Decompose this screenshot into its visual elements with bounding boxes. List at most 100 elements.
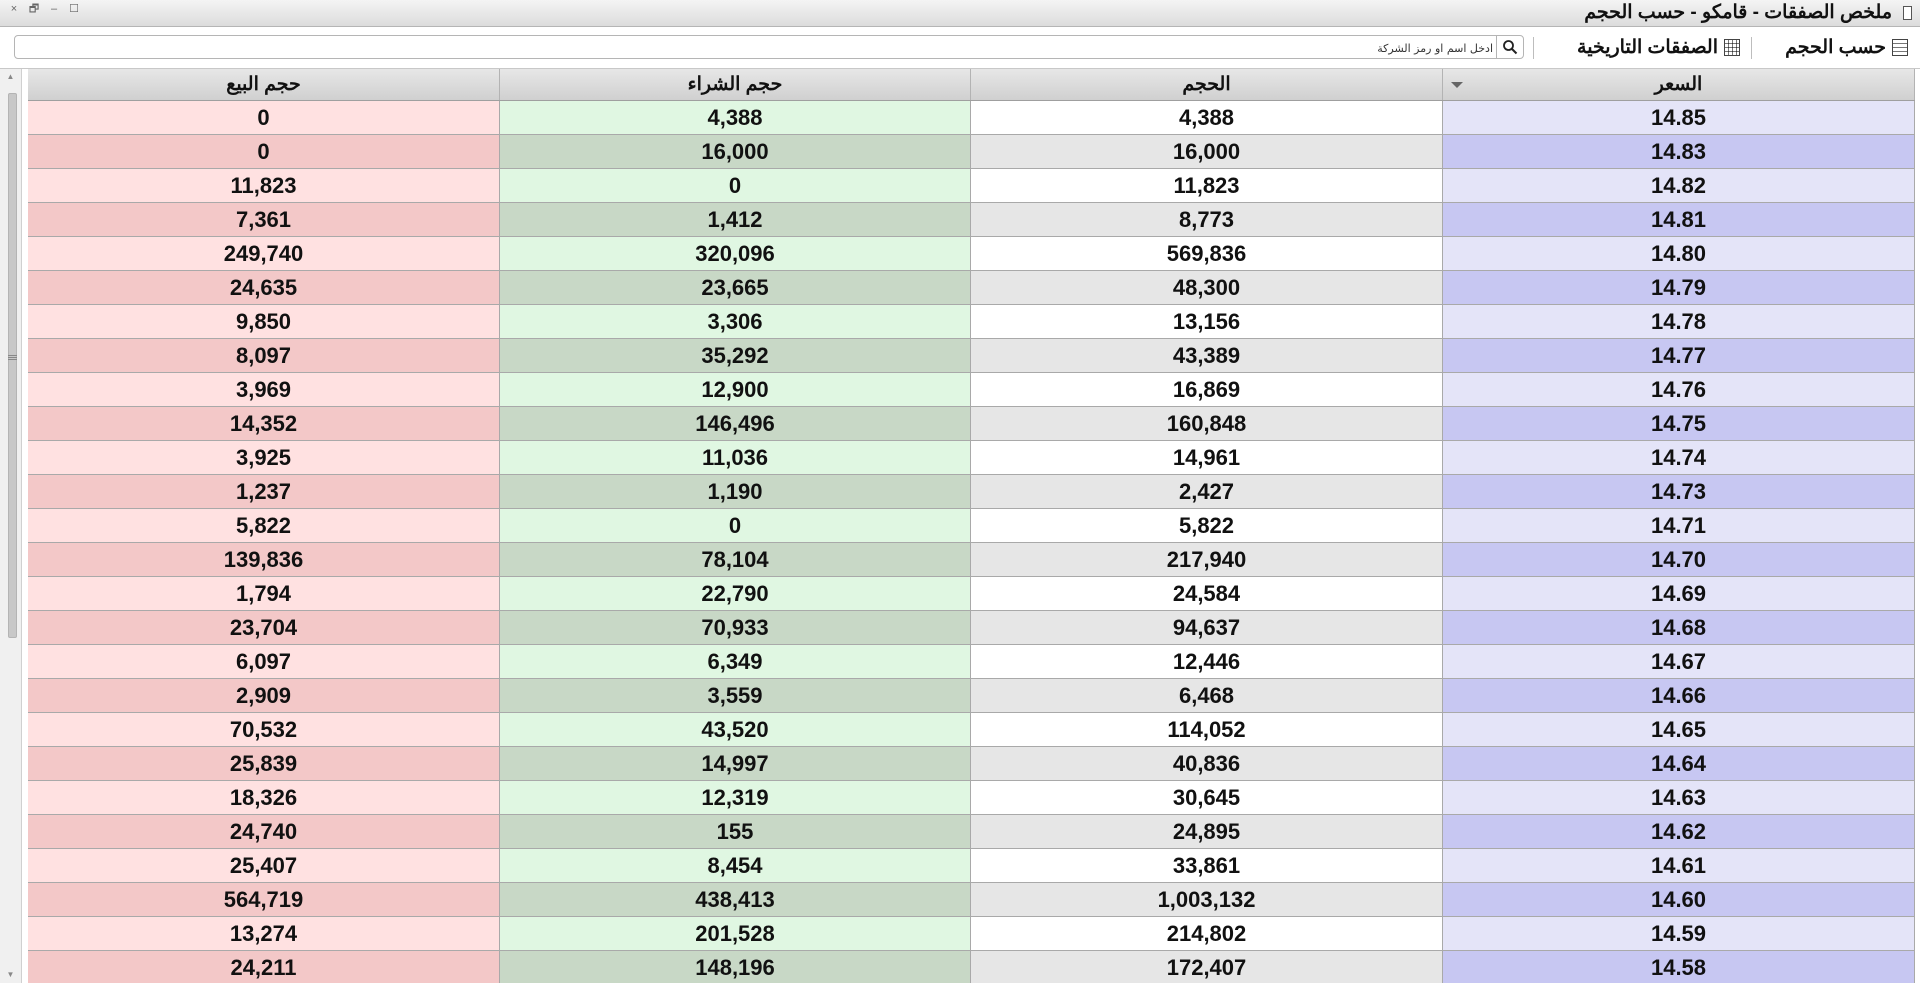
cell-price: 14.78 [1443, 305, 1915, 339]
cell-price: 14.83 [1443, 135, 1915, 169]
header-volume[interactable]: الحجم [971, 69, 1443, 100]
grip-icon [8, 355, 17, 361]
cell-sell-volume: 24,740 [28, 815, 500, 849]
cell-volume: 94,637 [971, 611, 1443, 645]
table-row[interactable]: 5,822 0 5,822 14.71 [28, 509, 1915, 543]
cell-buy-volume: 78,104 [500, 543, 971, 577]
cell-price: 14.63 [1443, 781, 1915, 815]
table-row[interactable]: 3,969 12,900 16,869 14.76 [28, 373, 1915, 407]
header-sell-volume[interactable]: حجم البيع [28, 69, 500, 100]
cell-sell-volume: 564,719 [28, 883, 500, 917]
table-row[interactable]: 14,352 146,496 160,848 14.75 [28, 407, 1915, 441]
search-input[interactable] [91, 36, 1495, 60]
cell-volume: 4,388 [971, 101, 1443, 135]
scroll-down-icon[interactable]: ▼ [0, 967, 21, 983]
cell-sell-volume: 25,839 [28, 747, 500, 781]
table-row[interactable]: 7,361 1,412 8,773 14.81 [28, 203, 1915, 237]
cell-volume: 569,836 [971, 237, 1443, 271]
cell-sell-volume: 1,237 [28, 475, 500, 509]
table-row[interactable]: 25,839 14,997 40,836 14.64 [28, 747, 1915, 781]
table-row[interactable]: 23,704 70,933 94,637 14.68 [28, 611, 1915, 645]
cell-buy-volume: 438,413 [500, 883, 971, 917]
table-row[interactable]: 249,740 320,096 569,836 14.80 [28, 237, 1915, 271]
table-body: 0 4,388 4,388 14.85 0 16,000 16,000 14.83 11,823… [28, 101, 1915, 983]
search-button[interactable] [1496, 36, 1523, 58]
toolbar-divider [1533, 37, 1534, 59]
table-row[interactable]: 1,794 22,790 24,584 14.69 [28, 577, 1915, 611]
cell-price: 14.68 [1443, 611, 1915, 645]
cell-price: 14.62 [1443, 815, 1915, 849]
cell-price: 14.82 [1443, 169, 1915, 203]
cell-buy-volume: 70,933 [500, 611, 971, 645]
table-row[interactable]: 8,097 35,292 43,389 14.77 [28, 339, 1915, 373]
table-row[interactable]: 24,211 148,196 172,407 14.58 [28, 951, 1915, 983]
cell-volume: 2,427 [971, 475, 1443, 509]
table-row[interactable]: 0 4,388 4,388 14.85 [28, 101, 1915, 135]
table-row[interactable]: 13,274 201,528 214,802 14.59 [28, 917, 1915, 951]
cell-volume: 214,802 [971, 917, 1443, 951]
cell-price: 14.80 [1443, 237, 1915, 271]
table-row[interactable]: 11,823 0 11,823 14.82 [28, 169, 1915, 203]
table-row[interactable]: 70,532 43,520 114,052 14.65 [28, 713, 1915, 747]
cell-volume: 24,584 [971, 577, 1443, 611]
table-row[interactable]: 25,407 8,454 33,861 14.61 [28, 849, 1915, 883]
cell-sell-volume: 11,823 [28, 169, 500, 203]
cell-volume: 16,869 [971, 373, 1443, 407]
table-row[interactable]: 1,237 1,190 2,427 14.73 [28, 475, 1915, 509]
table-row[interactable]: 9,850 3,306 13,156 14.78 [28, 305, 1915, 339]
minimize-icon[interactable]: – [46, 2, 62, 16]
table-row[interactable]: 6,097 6,349 12,446 14.67 [28, 645, 1915, 679]
maximize-icon[interactable]: ☐ [66, 2, 82, 16]
table-row[interactable]: 24,740 155 24,895 14.62 [28, 815, 1915, 849]
scrollbar-thumb[interactable] [8, 93, 17, 638]
cell-buy-volume: 11,036 [500, 441, 971, 475]
table-row[interactable]: 18,326 12,319 30,645 14.63 [28, 781, 1915, 815]
cell-price: 14.77 [1443, 339, 1915, 373]
by-volume-label: حسب الحجم [1785, 36, 1886, 58]
cell-sell-volume: 23,704 [28, 611, 500, 645]
cell-buy-volume: 43,520 [500, 713, 971, 747]
table-row[interactable]: 0 16,000 16,000 14.83 [28, 135, 1915, 169]
table-row[interactable]: 24,635 23,665 48,300 14.79 [28, 271, 1915, 305]
table-row[interactable]: 139,836 78,104 217,940 14.70 [28, 543, 1915, 577]
cell-buy-volume: 4,388 [500, 101, 971, 135]
cell-buy-volume: 3,306 [500, 305, 971, 339]
cell-price: 14.79 [1443, 271, 1915, 305]
cell-buy-volume: 146,496 [500, 407, 971, 441]
cell-sell-volume: 249,740 [28, 237, 500, 271]
cell-sell-volume: 9,850 [28, 305, 500, 339]
cell-sell-volume: 139,836 [28, 543, 500, 577]
cell-sell-volume: 25,407 [28, 849, 500, 883]
header-price[interactable]: السعر [1443, 69, 1915, 100]
cell-volume: 24,895 [971, 815, 1443, 849]
title-bar: × 🗗 – ☐ ملخص الصفقات - قامكو - حسب الحجم [0, 0, 1920, 27]
by-volume-button[interactable]: حسب الحجم [1785, 35, 1908, 59]
cell-buy-volume: 1,412 [500, 203, 971, 237]
historical-trades-button[interactable]: الصفقات التاريخية [1577, 35, 1740, 59]
calendar-icon [1724, 38, 1740, 56]
table-row[interactable]: 564,719 438,413 1,003,132 14.60 [28, 883, 1915, 917]
cell-buy-volume: 1,190 [500, 475, 971, 509]
table-row[interactable]: 2,909 3,559 6,468 14.66 [28, 679, 1915, 713]
cell-sell-volume: 18,326 [28, 781, 500, 815]
restore-icon[interactable]: 🗗 [26, 2, 42, 16]
cell-price: 14.73 [1443, 475, 1915, 509]
close-icon[interactable]: × [6, 2, 22, 16]
list-icon [1892, 38, 1908, 56]
table-header: حجم البيع حجم الشراء الحجم السعر [28, 69, 1915, 101]
window-icon [1903, 6, 1912, 20]
cell-price: 14.66 [1443, 679, 1915, 713]
cell-price: 14.75 [1443, 407, 1915, 441]
search-box [14, 35, 1524, 60]
table-row[interactable]: 3,925 11,036 14,961 14.74 [28, 441, 1915, 475]
header-buy-volume[interactable]: حجم الشراء [500, 69, 971, 100]
cell-price: 14.71 [1443, 509, 1915, 543]
cell-buy-volume: 155 [500, 815, 971, 849]
vertical-scrollbar[interactable]: ▲ ▼ [0, 69, 22, 983]
cell-sell-volume: 3,925 [28, 441, 500, 475]
cell-sell-volume: 7,361 [28, 203, 500, 237]
cell-volume: 8,773 [971, 203, 1443, 237]
scroll-up-icon[interactable]: ▲ [0, 69, 21, 85]
cell-buy-volume: 320,096 [500, 237, 971, 271]
header-price-label: السعر [1654, 74, 1703, 95]
